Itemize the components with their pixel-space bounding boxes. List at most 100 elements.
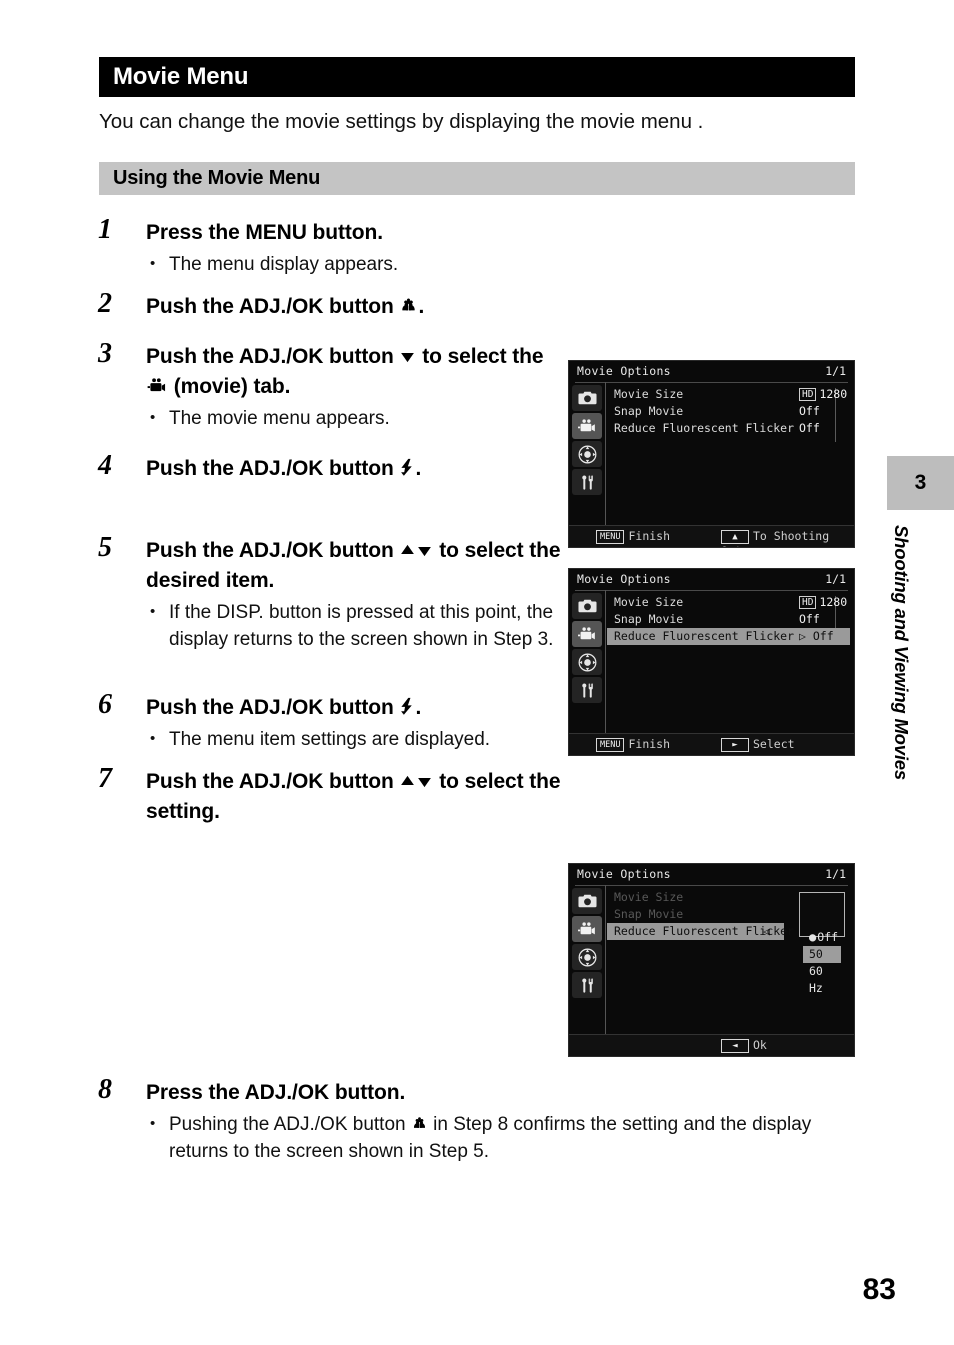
step-title: Push the ADJ./OK button to select the se…: [146, 767, 568, 827]
tab-adj-pad[interactable]: [572, 944, 602, 970]
step-number: 7: [98, 763, 112, 794]
tab-shooting-camera[interactable]: [572, 888, 602, 914]
menu-row-label: Movie Size: [614, 890, 684, 904]
lcd-footer-right: ◄ Ok: [721, 1038, 767, 1053]
step-5: 5 Push the ADJ./OK button to select the …: [98, 532, 568, 653]
tab-setup[interactable]: [572, 972, 602, 998]
step-number: 6: [98, 689, 112, 720]
lcd-title-text: Movie Options: [577, 364, 671, 378]
lcd-titlebar: Movie Options 1/1: [575, 866, 848, 886]
tab-setup[interactable]: [572, 677, 602, 703]
camera-icon: [577, 599, 597, 613]
arrow-up-down-icon: [401, 544, 432, 557]
submenu-option-60hz[interactable]: 60 Hz: [803, 963, 841, 995]
lcd-body: Movie Size HD 1280 Snap Movie Off Reduce …: [569, 382, 854, 525]
step-3: 3 Push the ADJ./OK button to select the …: [98, 338, 568, 432]
intro-paragraph: You can change the movie settings by dis…: [99, 110, 704, 133]
submenu-option-off[interactable]: ●Off: [803, 929, 841, 946]
flash-icon: [401, 697, 413, 716]
menu-row-snap-movie[interactable]: Snap Movie Off: [607, 611, 850, 628]
lcd-footer-right-label: Ok: [753, 1038, 767, 1052]
camera-icon: [577, 894, 597, 908]
step-number: 3: [98, 338, 112, 369]
selected-dot-icon: ●: [809, 930, 817, 944]
lcd-menu-list: Movie Size HD 1280 Snap Movie Off Reduce …: [607, 594, 850, 645]
bullet: The menu display appears.: [146, 250, 568, 278]
hd-badge: HD: [799, 388, 817, 401]
menu-row-value: Off: [799, 404, 820, 418]
camera-screen-step7: Movie Options 1/1 Movie Size Snap Movie …: [568, 863, 855, 1057]
setup-wrench-icon: [581, 978, 593, 993]
lcd-footer: ◄ Ok: [569, 1034, 854, 1056]
movie-camera-icon: [147, 378, 166, 392]
lcd-tab-column: [572, 888, 602, 1000]
setup-wrench-icon: [581, 475, 593, 490]
menu-row-label: Snap Movie: [614, 404, 684, 418]
chapter-title-vertical: Shooting and Viewing Movies: [891, 525, 912, 780]
tab-setup[interactable]: [572, 469, 602, 495]
menu-row-snap-movie[interactable]: Snap Movie Off: [607, 403, 850, 420]
page-title: Movie Menu: [113, 63, 249, 90]
submenu-option-50hz[interactable]: 50 Hz: [803, 946, 841, 978]
step-title-text-after: to select the: [416, 345, 544, 368]
movie-camera-icon: [578, 418, 595, 431]
menu-row-label: Movie Size: [614, 595, 684, 609]
chapter-number: 3: [914, 471, 927, 494]
step-title: Push the ADJ./OK button .: [146, 454, 568, 484]
tab-movie-options[interactable]: [572, 916, 602, 942]
step-bullets: The menu item settings are displayed.: [146, 725, 568, 753]
menu-row-reduce-flicker[interactable]: Reduce Fluorescent Flicker ◁: [607, 923, 794, 940]
tab-movie-options[interactable]: [572, 413, 602, 439]
flash-icon: [401, 458, 413, 477]
menu-row-label: Snap Movie: [614, 612, 684, 626]
menu-row-movie-size[interactable]: Movie Size HD 1280: [607, 386, 850, 403]
lcd-footer-right-label: Select: [753, 737, 795, 751]
adj-pad-icon: [578, 653, 596, 671]
step-title-text: Press the MENU button.: [146, 221, 383, 244]
step-title: Press the ADJ./OK button.: [146, 1078, 858, 1108]
lcd-footer: MENUFinish ▲To Shooting Opt.: [569, 525, 854, 547]
tab-adj-pad[interactable]: [572, 649, 602, 675]
tab-shooting-camera[interactable]: [572, 593, 602, 619]
menu-row-value: ◁: [763, 924, 770, 938]
step-bullets: Pushing the ADJ./OK button in Step 8 con…: [146, 1110, 858, 1165]
menu-row-reduce-flicker[interactable]: Reduce Fluorescent Flicker ▷ Off: [607, 628, 850, 645]
step-number: 4: [98, 450, 112, 481]
menu-row-label: Reduce Fluorescent Flicker: [614, 421, 795, 435]
lcd-tab-divider: [605, 382, 606, 525]
section-header-bar: Movie Menu: [99, 57, 855, 97]
bullet: Pushing the ADJ./OK button in Step 8 con…: [146, 1110, 858, 1165]
step-4: 4 Push the ADJ./OK button .: [98, 450, 568, 484]
manual-page: Movie Menu You can change the movie sett…: [0, 0, 954, 1345]
bullet-text-part1: Pushing the ADJ./OK button: [169, 1114, 411, 1135]
menu-row-movie-size[interactable]: Movie Size HD 1280: [607, 594, 850, 611]
step-title-text: Press the ADJ./OK button.: [146, 1081, 406, 1104]
menu-row-value-text: 1280: [819, 595, 848, 609]
menu-row-reduce-flicker[interactable]: Reduce Fluorescent Flicker Off: [607, 420, 850, 437]
lcd-titlebar: Movie Options 1/1: [575, 571, 848, 591]
menu-keycap: MENU: [596, 738, 625, 752]
tab-shooting-camera[interactable]: [572, 385, 602, 411]
menu-row-value: ▷ Off: [799, 629, 834, 643]
tab-adj-pad[interactable]: [572, 441, 602, 467]
lcd-footer-right: ▲To Shooting Opt.: [721, 529, 854, 547]
step-number: 8: [98, 1074, 112, 1105]
tab-movie-options[interactable]: [572, 621, 602, 647]
menu-row-value: Off: [799, 612, 820, 626]
step-title-text-after: .: [418, 295, 425, 318]
bullet: If the DISP. button is pressed at this p…: [146, 598, 568, 653]
step-title-text: Push the ADJ./OK button: [146, 770, 400, 793]
movie-camera-icon: [578, 626, 595, 639]
arrow-up-down-icon: [401, 775, 432, 788]
adj-pad-icon: [578, 948, 596, 966]
step-1: 1 Press the MENU button. The menu displa…: [98, 214, 568, 278]
step-title-text: Push the ADJ./OK button: [146, 696, 400, 719]
step-title-text-after: .: [415, 457, 422, 480]
menu-row-value: HD 1280: [799, 594, 847, 611]
step-title: Push the ADJ./OK button to select the de…: [146, 536, 568, 596]
step-6: 6 Push the ADJ./OK button . The menu ite…: [98, 689, 568, 753]
menu-row-value-text: 1280: [819, 387, 848, 401]
menu-row-value: Off: [799, 421, 820, 435]
step-title-text-after: .: [415, 696, 422, 719]
arrow-down-icon: [401, 352, 415, 363]
